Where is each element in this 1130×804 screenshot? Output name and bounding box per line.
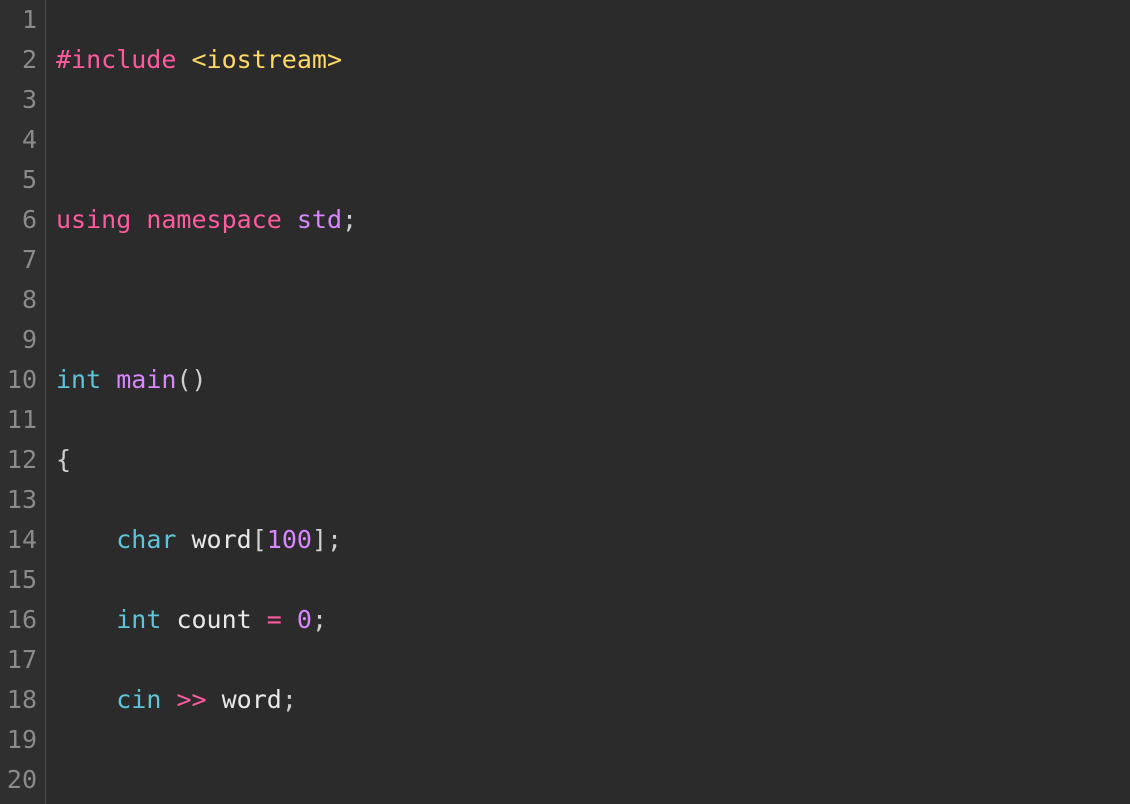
code-line[interactable]: #include <iostream> [56, 40, 884, 80]
line-number: 17 [4, 640, 37, 680]
type-token: int [116, 605, 161, 634]
code-line[interactable]: { [56, 440, 884, 480]
operator-token: >> [176, 685, 206, 714]
line-number: 12 [4, 440, 37, 480]
line-number: 4 [4, 120, 37, 160]
line-number: 20 [4, 760, 37, 800]
line-number: 13 [4, 480, 37, 520]
function-name-token: main [116, 365, 176, 394]
line-number: 8 [4, 280, 37, 320]
line-number: 19 [4, 720, 37, 760]
identifier-token: count [176, 605, 251, 634]
identifier-token: std [297, 205, 342, 234]
line-number: 6 [4, 200, 37, 240]
line-number: 7 [4, 240, 37, 280]
code-line[interactable] [56, 760, 884, 800]
number-token: 100 [267, 525, 312, 554]
code-line[interactable] [56, 280, 884, 320]
punct-token: ; [282, 685, 297, 714]
bracket-token: [ [252, 525, 267, 554]
code-line[interactable]: char word[100]; [56, 520, 884, 560]
operator-token: = [267, 605, 282, 634]
code-line[interactable]: int main() [56, 360, 884, 400]
keyword-token: namespace [146, 205, 281, 234]
code-line[interactable]: int count = 0; [56, 600, 884, 640]
code-area[interactable]: #include <iostream> using namespace std;… [46, 0, 884, 804]
include-target-token: <iostream> [191, 45, 342, 74]
code-editor[interactable]: 1 2 3 4 5 6 7 8 9 10 11 12 13 14 15 16 1… [0, 0, 1130, 804]
type-token: int [56, 365, 101, 394]
punct-token: ; [342, 205, 357, 234]
line-number: 5 [4, 160, 37, 200]
stream-token: cin [116, 685, 161, 714]
line-number: 14 [4, 520, 37, 560]
line-number: 1 [4, 0, 37, 40]
line-number-gutter: 1 2 3 4 5 6 7 8 9 10 11 12 13 14 15 16 1… [0, 0, 46, 804]
paren-token: () [176, 365, 206, 394]
line-number: 3 [4, 80, 37, 120]
line-number: 11 [4, 400, 37, 440]
line-number: 10 [4, 360, 37, 400]
punct-token: ; [327, 525, 342, 554]
identifier-token: word [222, 685, 282, 714]
line-number: 16 [4, 600, 37, 640]
line-number: 15 [4, 560, 37, 600]
punct-token: ; [312, 605, 327, 634]
line-number: 2 [4, 40, 37, 80]
line-number: 18 [4, 680, 37, 720]
brace-token: { [56, 445, 71, 474]
number-token: 0 [297, 605, 312, 634]
bracket-token: ] [312, 525, 327, 554]
preprocessor-token: #include [56, 45, 176, 74]
keyword-token: using [56, 205, 131, 234]
line-number: 9 [4, 320, 37, 360]
identifier-token: word [192, 525, 252, 554]
code-line[interactable]: cin >> word; [56, 680, 884, 720]
type-token: char [116, 525, 176, 554]
code-line[interactable] [56, 120, 884, 160]
code-line[interactable]: using namespace std; [56, 200, 884, 240]
